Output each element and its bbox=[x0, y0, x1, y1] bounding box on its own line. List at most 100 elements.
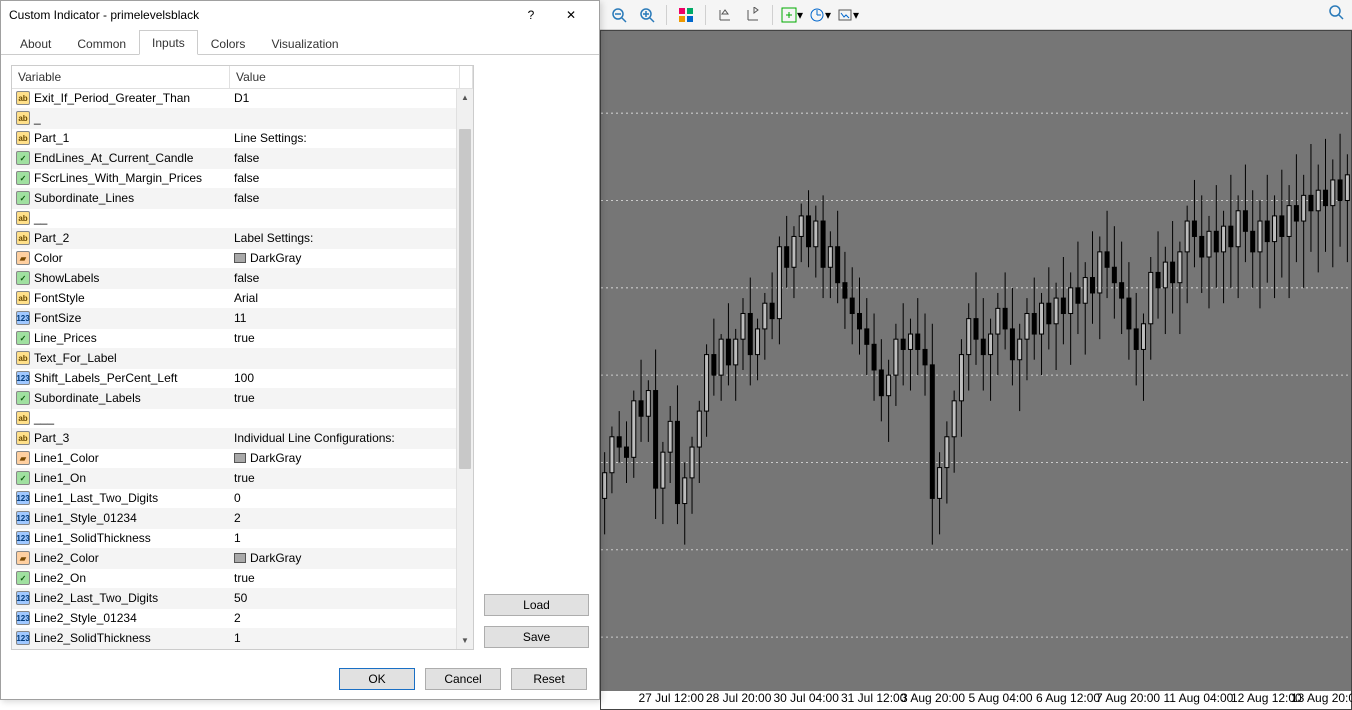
input-row[interactable]: 123Line1_Last_Two_Digits0 bbox=[12, 489, 456, 509]
ok-button[interactable]: OK bbox=[339, 668, 415, 690]
color-swatch bbox=[234, 453, 246, 463]
input-row[interactable]: ✓Line1_Ontrue bbox=[12, 469, 456, 489]
input-row[interactable]: ab___ bbox=[12, 409, 456, 429]
indicators-icon[interactable]: ▾ bbox=[781, 4, 803, 26]
type-num-icon: 123 bbox=[16, 371, 30, 385]
scroll-up-icon[interactable]: ▲ bbox=[457, 89, 473, 106]
var-value: 100 bbox=[234, 371, 254, 385]
x-tick-label: 27 Jul 12:00 bbox=[639, 691, 704, 705]
indicator-dialog: Custom Indicator - primelevelsblack ? ✕ … bbox=[0, 0, 600, 700]
input-row[interactable]: ▰ColorDarkGray bbox=[12, 249, 456, 269]
color-swatch bbox=[234, 253, 246, 263]
input-row[interactable]: 123Line2_Last_Two_Digits50 bbox=[12, 589, 456, 609]
col-scroll-gap bbox=[460, 66, 473, 88]
type-ab-icon: ab bbox=[16, 291, 30, 305]
input-row[interactable]: abPart_2Label Settings: bbox=[12, 229, 456, 249]
close-button[interactable]: ✕ bbox=[551, 3, 591, 27]
input-row[interactable]: ✓Line_Pricestrue bbox=[12, 329, 456, 349]
cancel-button[interactable]: Cancel bbox=[425, 668, 501, 690]
var-name: Line2_Style_01234 bbox=[34, 611, 137, 625]
type-num-icon: 123 bbox=[16, 511, 30, 525]
tab-about[interactable]: About bbox=[7, 31, 64, 55]
load-button[interactable]: Load bbox=[484, 594, 589, 616]
scrollbar-thumb[interactable] bbox=[459, 129, 471, 469]
input-row[interactable]: 123Line2_SolidThickness1 bbox=[12, 629, 456, 649]
var-value: true bbox=[234, 391, 255, 405]
input-row[interactable]: abExit_If_Period_Greater_ThanD1 bbox=[12, 89, 456, 109]
vertical-scrollbar[interactable]: ▲ ▼ bbox=[456, 89, 473, 649]
type-bool-icon: ✓ bbox=[16, 271, 30, 285]
var-value: Label Settings: bbox=[234, 231, 313, 245]
var-value: false bbox=[234, 151, 259, 165]
input-row[interactable]: 123 Line1_SolidThickness 1 bbox=[12, 529, 456, 549]
input-row[interactable]: ✓ShowLabelsfalse bbox=[12, 269, 456, 289]
type-num-icon: 123 bbox=[16, 531, 30, 545]
x-tick-label: 28 Jul 20:00 bbox=[706, 691, 771, 705]
col-value[interactable]: Value bbox=[230, 66, 460, 88]
col-variable[interactable]: Variable bbox=[12, 66, 230, 88]
input-row[interactable]: ✓Line2_Ontrue bbox=[12, 569, 456, 589]
var-name: Line2_Last_Two_Digits bbox=[34, 591, 158, 605]
input-row[interactable]: ✓FScrLines_With_Margin_Pricesfalse bbox=[12, 169, 456, 189]
input-row[interactable]: 123Shift_Labels_PerCent_Left100 bbox=[12, 369, 456, 389]
input-row[interactable]: abText_For_Label bbox=[12, 349, 456, 369]
var-name: Line2_SolidThickness bbox=[34, 631, 151, 645]
save-button[interactable]: Save bbox=[484, 626, 589, 648]
tab-common[interactable]: Common bbox=[64, 31, 139, 55]
input-row[interactable]: ✓EndLines_At_Current_Candlefalse bbox=[12, 149, 456, 169]
var-name: Line1_On bbox=[34, 471, 86, 485]
var-value: 2 bbox=[234, 611, 241, 625]
tile-icon[interactable] bbox=[675, 4, 697, 26]
input-row[interactable]: ✓Subordinate_Linesfalse bbox=[12, 189, 456, 209]
dialog-titlebar[interactable]: Custom Indicator - primelevelsblack ? ✕ bbox=[1, 1, 599, 29]
tab-inputs[interactable]: Inputs bbox=[139, 30, 198, 55]
reset-button[interactable]: Reset bbox=[511, 668, 587, 690]
var-value: true bbox=[234, 571, 255, 585]
zoom-out-icon[interactable] bbox=[608, 4, 630, 26]
periods-icon[interactable]: ▾ bbox=[809, 4, 831, 26]
var-value: true bbox=[234, 471, 255, 485]
input-row[interactable]: ▰Line1_ColorDarkGray bbox=[12, 449, 456, 469]
var-value: 11 bbox=[234, 311, 246, 325]
type-bool-icon: ✓ bbox=[16, 191, 30, 205]
var-name: __ bbox=[34, 211, 47, 225]
templates-icon[interactable]: ▾ bbox=[837, 4, 859, 26]
var-value: DarkGray bbox=[250, 251, 301, 265]
input-row[interactable]: abFontStyleArial bbox=[12, 289, 456, 309]
input-row[interactable]: 123Line1_Style_012342 bbox=[12, 509, 456, 529]
help-button[interactable]: ? bbox=[511, 3, 551, 27]
var-name: FontStyle bbox=[34, 291, 85, 305]
var-name: FontSize bbox=[34, 311, 81, 325]
type-ab-icon: ab bbox=[16, 431, 30, 445]
var-name: Line1_Color bbox=[34, 451, 99, 465]
price-chart[interactable]: 27 Jul 12:0028 Jul 20:0030 Jul 04:0031 J… bbox=[600, 30, 1352, 710]
shift-icon[interactable] bbox=[714, 4, 736, 26]
scroll-down-icon[interactable]: ▼ bbox=[457, 632, 473, 649]
input-row[interactable]: ab__ bbox=[12, 209, 456, 229]
zoom-in-icon[interactable] bbox=[636, 4, 658, 26]
var-name: Line1_Style_01234 bbox=[34, 511, 137, 525]
type-ab-icon: ab bbox=[16, 91, 30, 105]
var-name: Line1_SolidThickness bbox=[34, 531, 151, 545]
var-value: true bbox=[234, 331, 255, 345]
input-row[interactable]: ab_ bbox=[12, 109, 456, 129]
input-row[interactable]: 123Line2_Style_012342 bbox=[12, 609, 456, 629]
inputs-rows: abExit_If_Period_Greater_ThanD1ab_abPart… bbox=[12, 89, 456, 649]
type-col-icon: ▰ bbox=[16, 251, 30, 265]
input-row[interactable]: abPart_3Individual Line Configurations: bbox=[12, 429, 456, 449]
input-row[interactable]: abPart_1Line Settings: bbox=[12, 129, 456, 149]
chart-time-axis: 27 Jul 12:0028 Jul 20:0030 Jul 04:0031 J… bbox=[601, 691, 1351, 709]
tab-colors[interactable]: Colors bbox=[198, 31, 259, 55]
var-value: 1 bbox=[234, 631, 241, 645]
type-ab-icon: ab bbox=[16, 411, 30, 425]
auto-scroll-icon[interactable] bbox=[742, 4, 764, 26]
input-row[interactable]: ▰Line2_ColorDarkGray bbox=[12, 549, 456, 569]
input-row[interactable]: 123FontSize11 bbox=[12, 309, 456, 329]
search-icon[interactable] bbox=[1328, 4, 1344, 23]
var-name: ShowLabels bbox=[34, 271, 99, 285]
type-num-icon: 123 bbox=[16, 491, 30, 505]
var-value: 1 bbox=[234, 531, 241, 545]
type-bool-icon: ✓ bbox=[16, 331, 30, 345]
input-row[interactable]: ✓Subordinate_Labelstrue bbox=[12, 389, 456, 409]
tab-visualization[interactable]: Visualization bbox=[258, 31, 351, 55]
